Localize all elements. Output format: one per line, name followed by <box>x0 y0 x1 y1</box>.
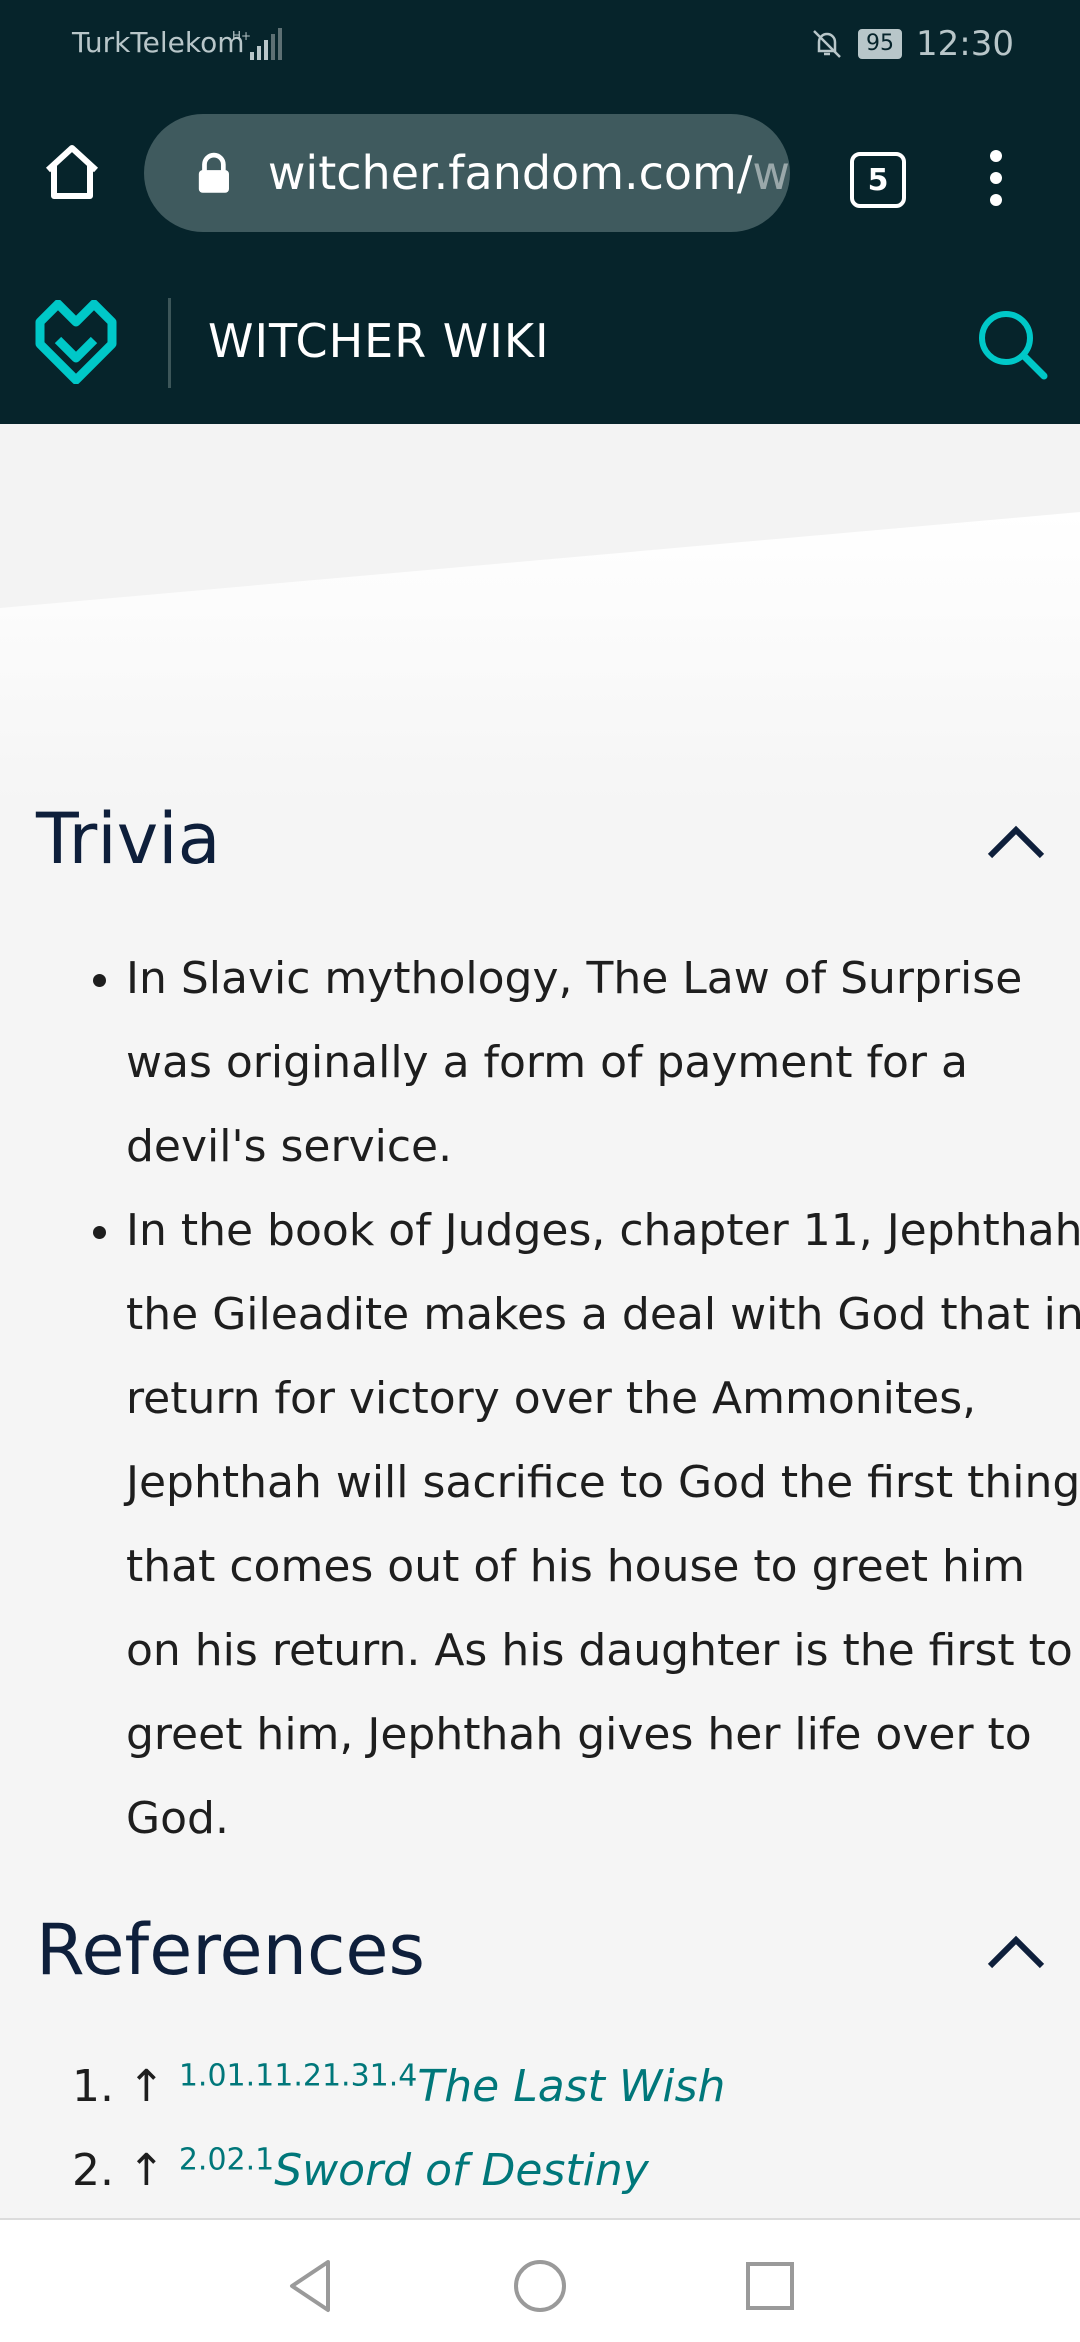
reference-link[interactable]: Sword of Destiny <box>274 2145 649 2196</box>
url-fade: w <box>752 146 790 200</box>
system-navigation-bar <box>0 2218 1080 2342</box>
trivia-item: In Slavic mythology, The Law of Surprise… <box>126 937 1080 1189</box>
references-heading: References <box>36 1909 425 1991</box>
signal-icon: H+ <box>232 28 282 60</box>
reference-backlinks[interactable]: 2.02.1 <box>179 2142 274 2177</box>
url-main: witcher.fandom.com/ <box>267 146 753 200</box>
wiki-header: WITCHER WIKI <box>0 260 1080 424</box>
browser-toolbar: witcher.fandom.com/w 5 <box>0 90 1080 260</box>
references-list: 1. ↑ 1.01.11.21.31.4The Last Wish 2. ↑ 2… <box>72 2045 725 2213</box>
more-options-icon[interactable] <box>984 146 1008 210</box>
clock: 12:30 <box>916 24 1014 64</box>
ad-placeholder-band <box>0 424 1080 804</box>
tab-switcher-button[interactable]: 5 <box>850 152 906 208</box>
reference-item: 2. ↑ 2.02.1Sword of Destiny <box>72 2129 725 2213</box>
wiki-title[interactable]: WITCHER WIKI <box>208 314 550 368</box>
trivia-heading: Trivia <box>36 798 221 880</box>
reference-number[interactable]: 1. ↑ <box>72 2061 179 2112</box>
reference-link[interactable]: The Last Wish <box>417 2061 725 2112</box>
fandom-logo-icon[interactable] <box>34 300 118 384</box>
url-text: witcher.fandom.com/w <box>268 146 790 200</box>
trivia-item: In the book of Judges, chapter 11, Jepht… <box>126 1189 1080 1861</box>
search-icon[interactable] <box>974 306 1048 380</box>
reference-backlinks[interactable]: 1.01.11.21.31.4 <box>179 2058 418 2093</box>
status-bar: TurkTelekom H+ 95 12:30 <box>0 0 1080 90</box>
status-right: 95 12:30 <box>810 24 1014 64</box>
recents-icon[interactable] <box>740 2256 800 2316</box>
svg-text:H+: H+ <box>232 29 251 43</box>
back-icon[interactable] <box>280 2256 340 2316</box>
battery-icon: 95 <box>858 29 903 59</box>
reference-number[interactable]: 2. ↑ <box>72 2145 179 2196</box>
header-divider <box>168 298 171 388</box>
lock-icon <box>198 152 229 193</box>
home-icon[interactable] <box>40 140 104 204</box>
mute-notification-icon <box>813 30 841 58</box>
home-circle-icon[interactable] <box>510 2256 570 2316</box>
trivia-list: In Slavic mythology, The Law of Surprise… <box>84 937 1080 1861</box>
collapse-trivia-chevron-icon[interactable] <box>984 822 1048 862</box>
reference-item: 1. ↑ 1.01.11.21.31.4The Last Wish <box>72 2045 725 2129</box>
collapse-references-chevron-icon[interactable] <box>984 1932 1048 1972</box>
address-bar[interactable]: witcher.fandom.com/w <box>144 114 790 232</box>
carrier-name: TurkTelekom <box>72 26 245 59</box>
